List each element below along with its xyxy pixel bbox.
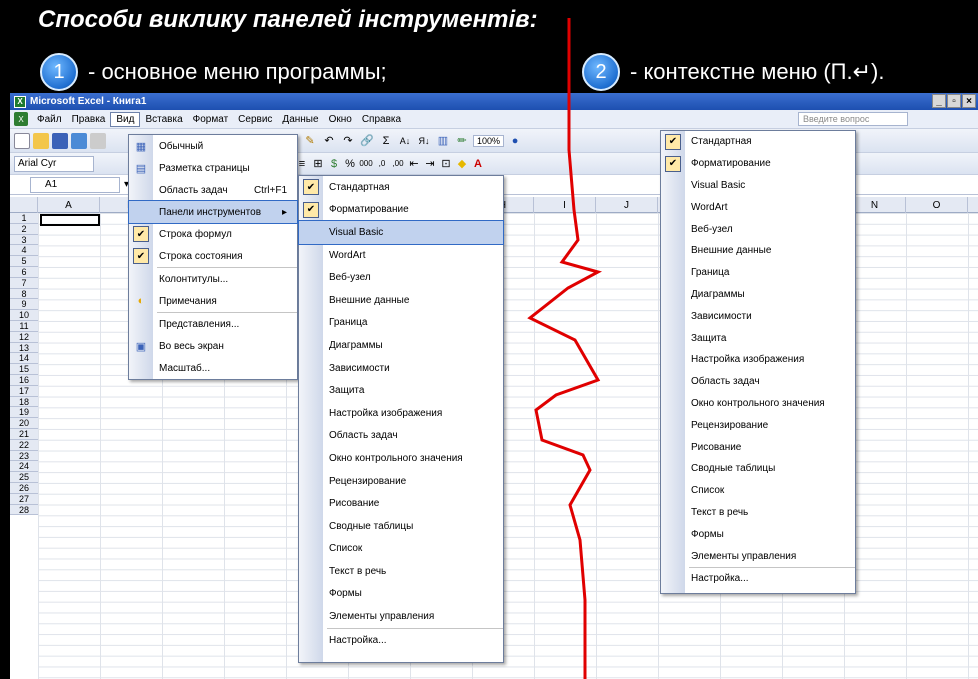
red-divider-line	[527, 18, 603, 679]
divider-path	[527, 18, 603, 679]
